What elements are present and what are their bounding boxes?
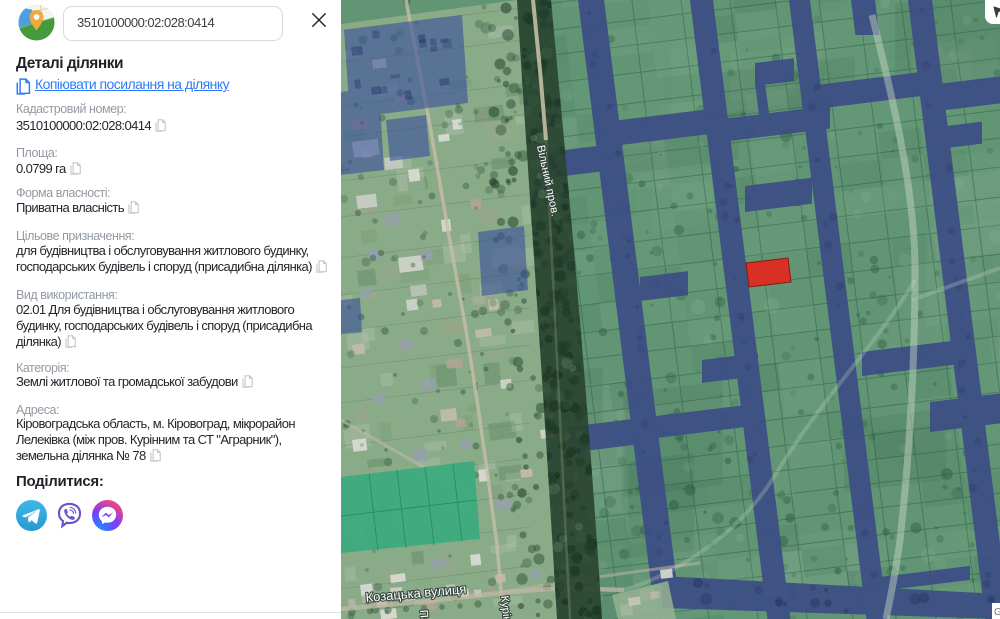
svg-text:Пар: Пар bbox=[417, 609, 430, 619]
svg-text:G: G bbox=[994, 607, 1000, 618]
